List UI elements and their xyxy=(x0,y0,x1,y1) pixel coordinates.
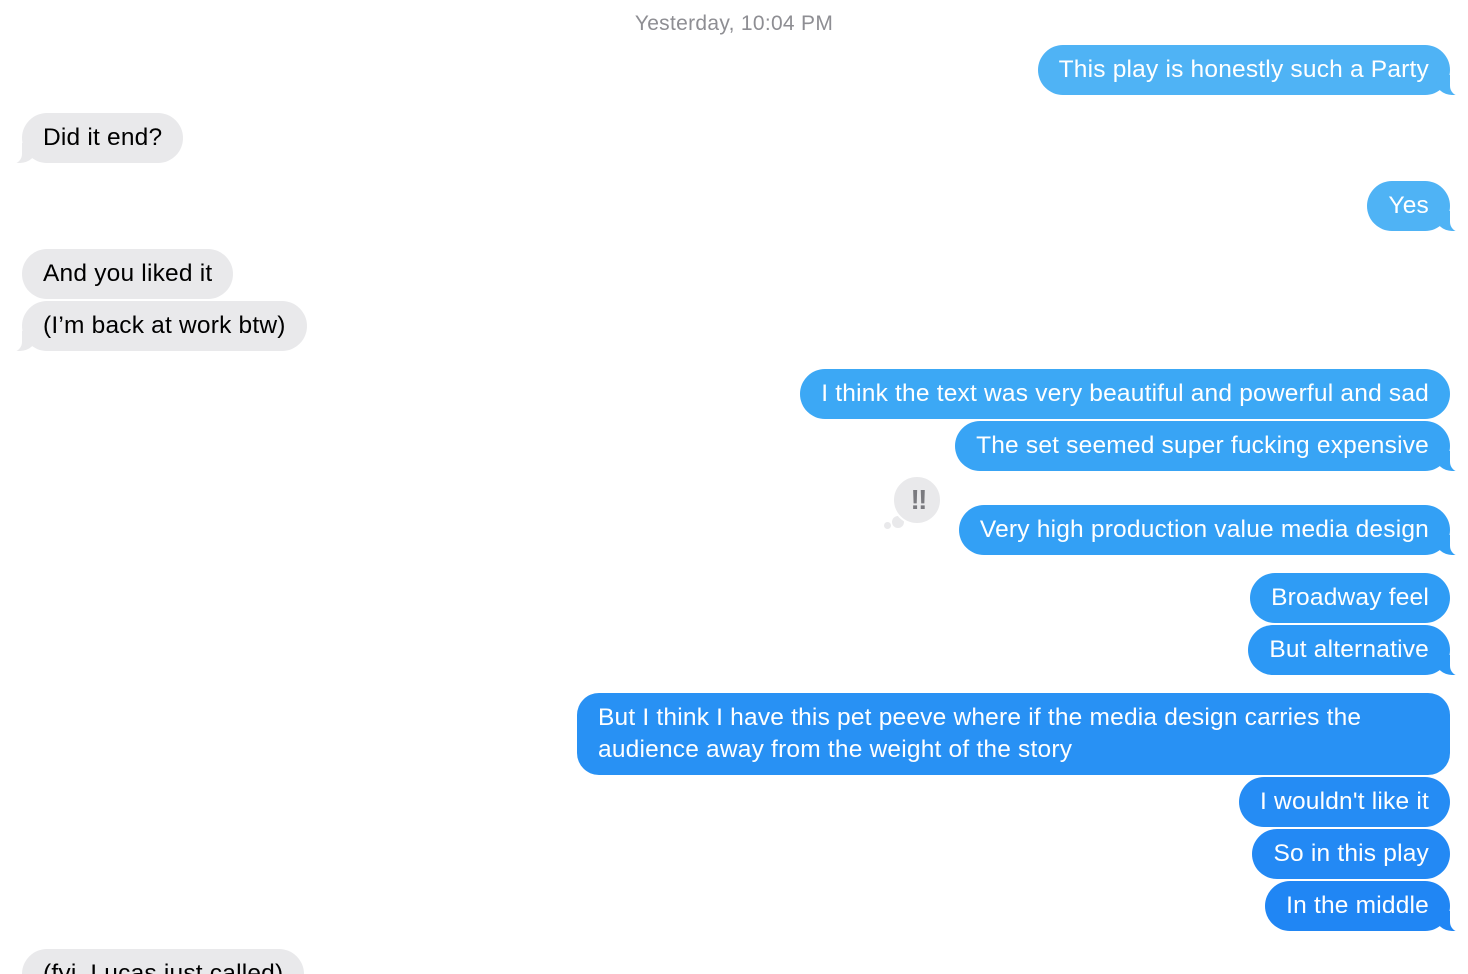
sent-message-bubble[interactable]: I think the text was very beautiful and … xyxy=(800,369,1450,419)
received-message-bubble[interactable]: And you liked it xyxy=(22,249,234,299)
sent-message-bubble[interactable]: I wouldn't like it xyxy=(1239,777,1450,827)
sent-message-bubble[interactable]: Yes xyxy=(1367,181,1464,232)
sent-message-bubble[interactable]: This play is honestly such a Party xyxy=(1037,45,1465,96)
sent-message-bubble[interactable]: Very high production value media design xyxy=(958,505,1465,556)
message-thread: Yesterday, 10:04 PM This play is honestl… xyxy=(0,0,1468,974)
received-message-bubble[interactable]: (fyi, Lucas just called) xyxy=(22,949,305,974)
sent-message-bubble[interactable]: But alternative xyxy=(1248,625,1464,676)
sent-message-bubble[interactable]: So in this play xyxy=(1252,829,1450,879)
sent-message-bubble[interactable]: Broadway feel xyxy=(1250,573,1450,623)
emphasis-tapback-icon[interactable]: ‼ xyxy=(892,475,942,525)
sent-message-bubble[interactable]: But I think I have this pet peeve where … xyxy=(577,693,1450,775)
received-message-bubble[interactable]: Did it end? xyxy=(7,113,184,164)
sent-message-bubble[interactable]: In the middle xyxy=(1265,881,1464,932)
message-timestamp: Yesterday, 10:04 PM xyxy=(634,12,834,35)
received-message-bubble[interactable]: (I’m back at work btw) xyxy=(8,301,307,352)
sent-message-bubble[interactable]: The set seemed super fucking expensive xyxy=(955,421,1464,472)
tapback-tail-dot xyxy=(884,522,891,529)
